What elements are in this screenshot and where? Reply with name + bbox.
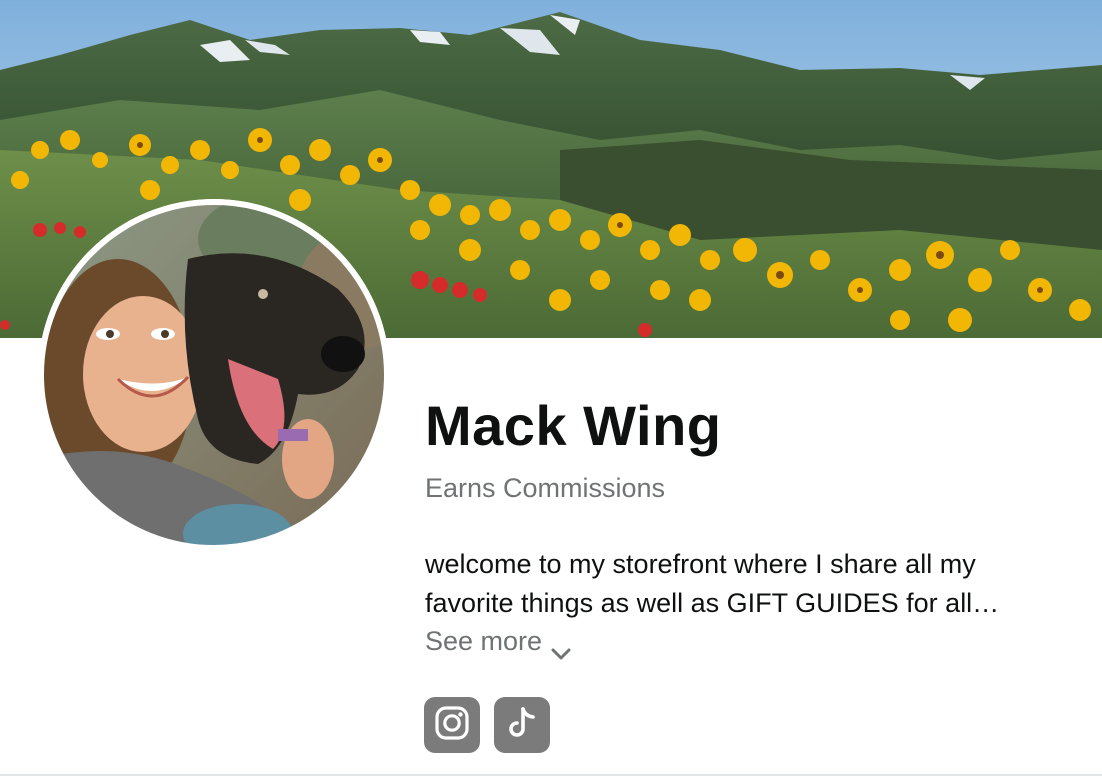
see-more-label: See more — [425, 626, 543, 656]
tiktok-icon — [504, 705, 540, 746]
profile-bio: welcome to my storefront where I share a… — [425, 545, 1075, 623]
social-links — [424, 697, 550, 753]
see-more-button[interactable]: See more — [425, 623, 571, 660]
bio-line-2: favorite things as well as GIFT GUIDES f… — [425, 588, 1000, 618]
tiktok-button[interactable] — [494, 697, 550, 753]
commission-label: Earns Commissions — [425, 473, 666, 503]
storefront-header: Mack Wing Earns Commissions welcome to m… — [0, 0, 1102, 776]
chevron-down-icon — [551, 634, 571, 660]
profile-name: Mack Wing — [425, 394, 722, 457]
profile-info: Mack Wing Earns Commissions welcome to m… — [425, 392, 1085, 660]
bio-line-1: welcome to my storefront where I share a… — [425, 549, 976, 579]
profile-avatar[interactable] — [38, 199, 390, 551]
instagram-button[interactable] — [424, 697, 480, 753]
instagram-icon — [434, 705, 470, 746]
